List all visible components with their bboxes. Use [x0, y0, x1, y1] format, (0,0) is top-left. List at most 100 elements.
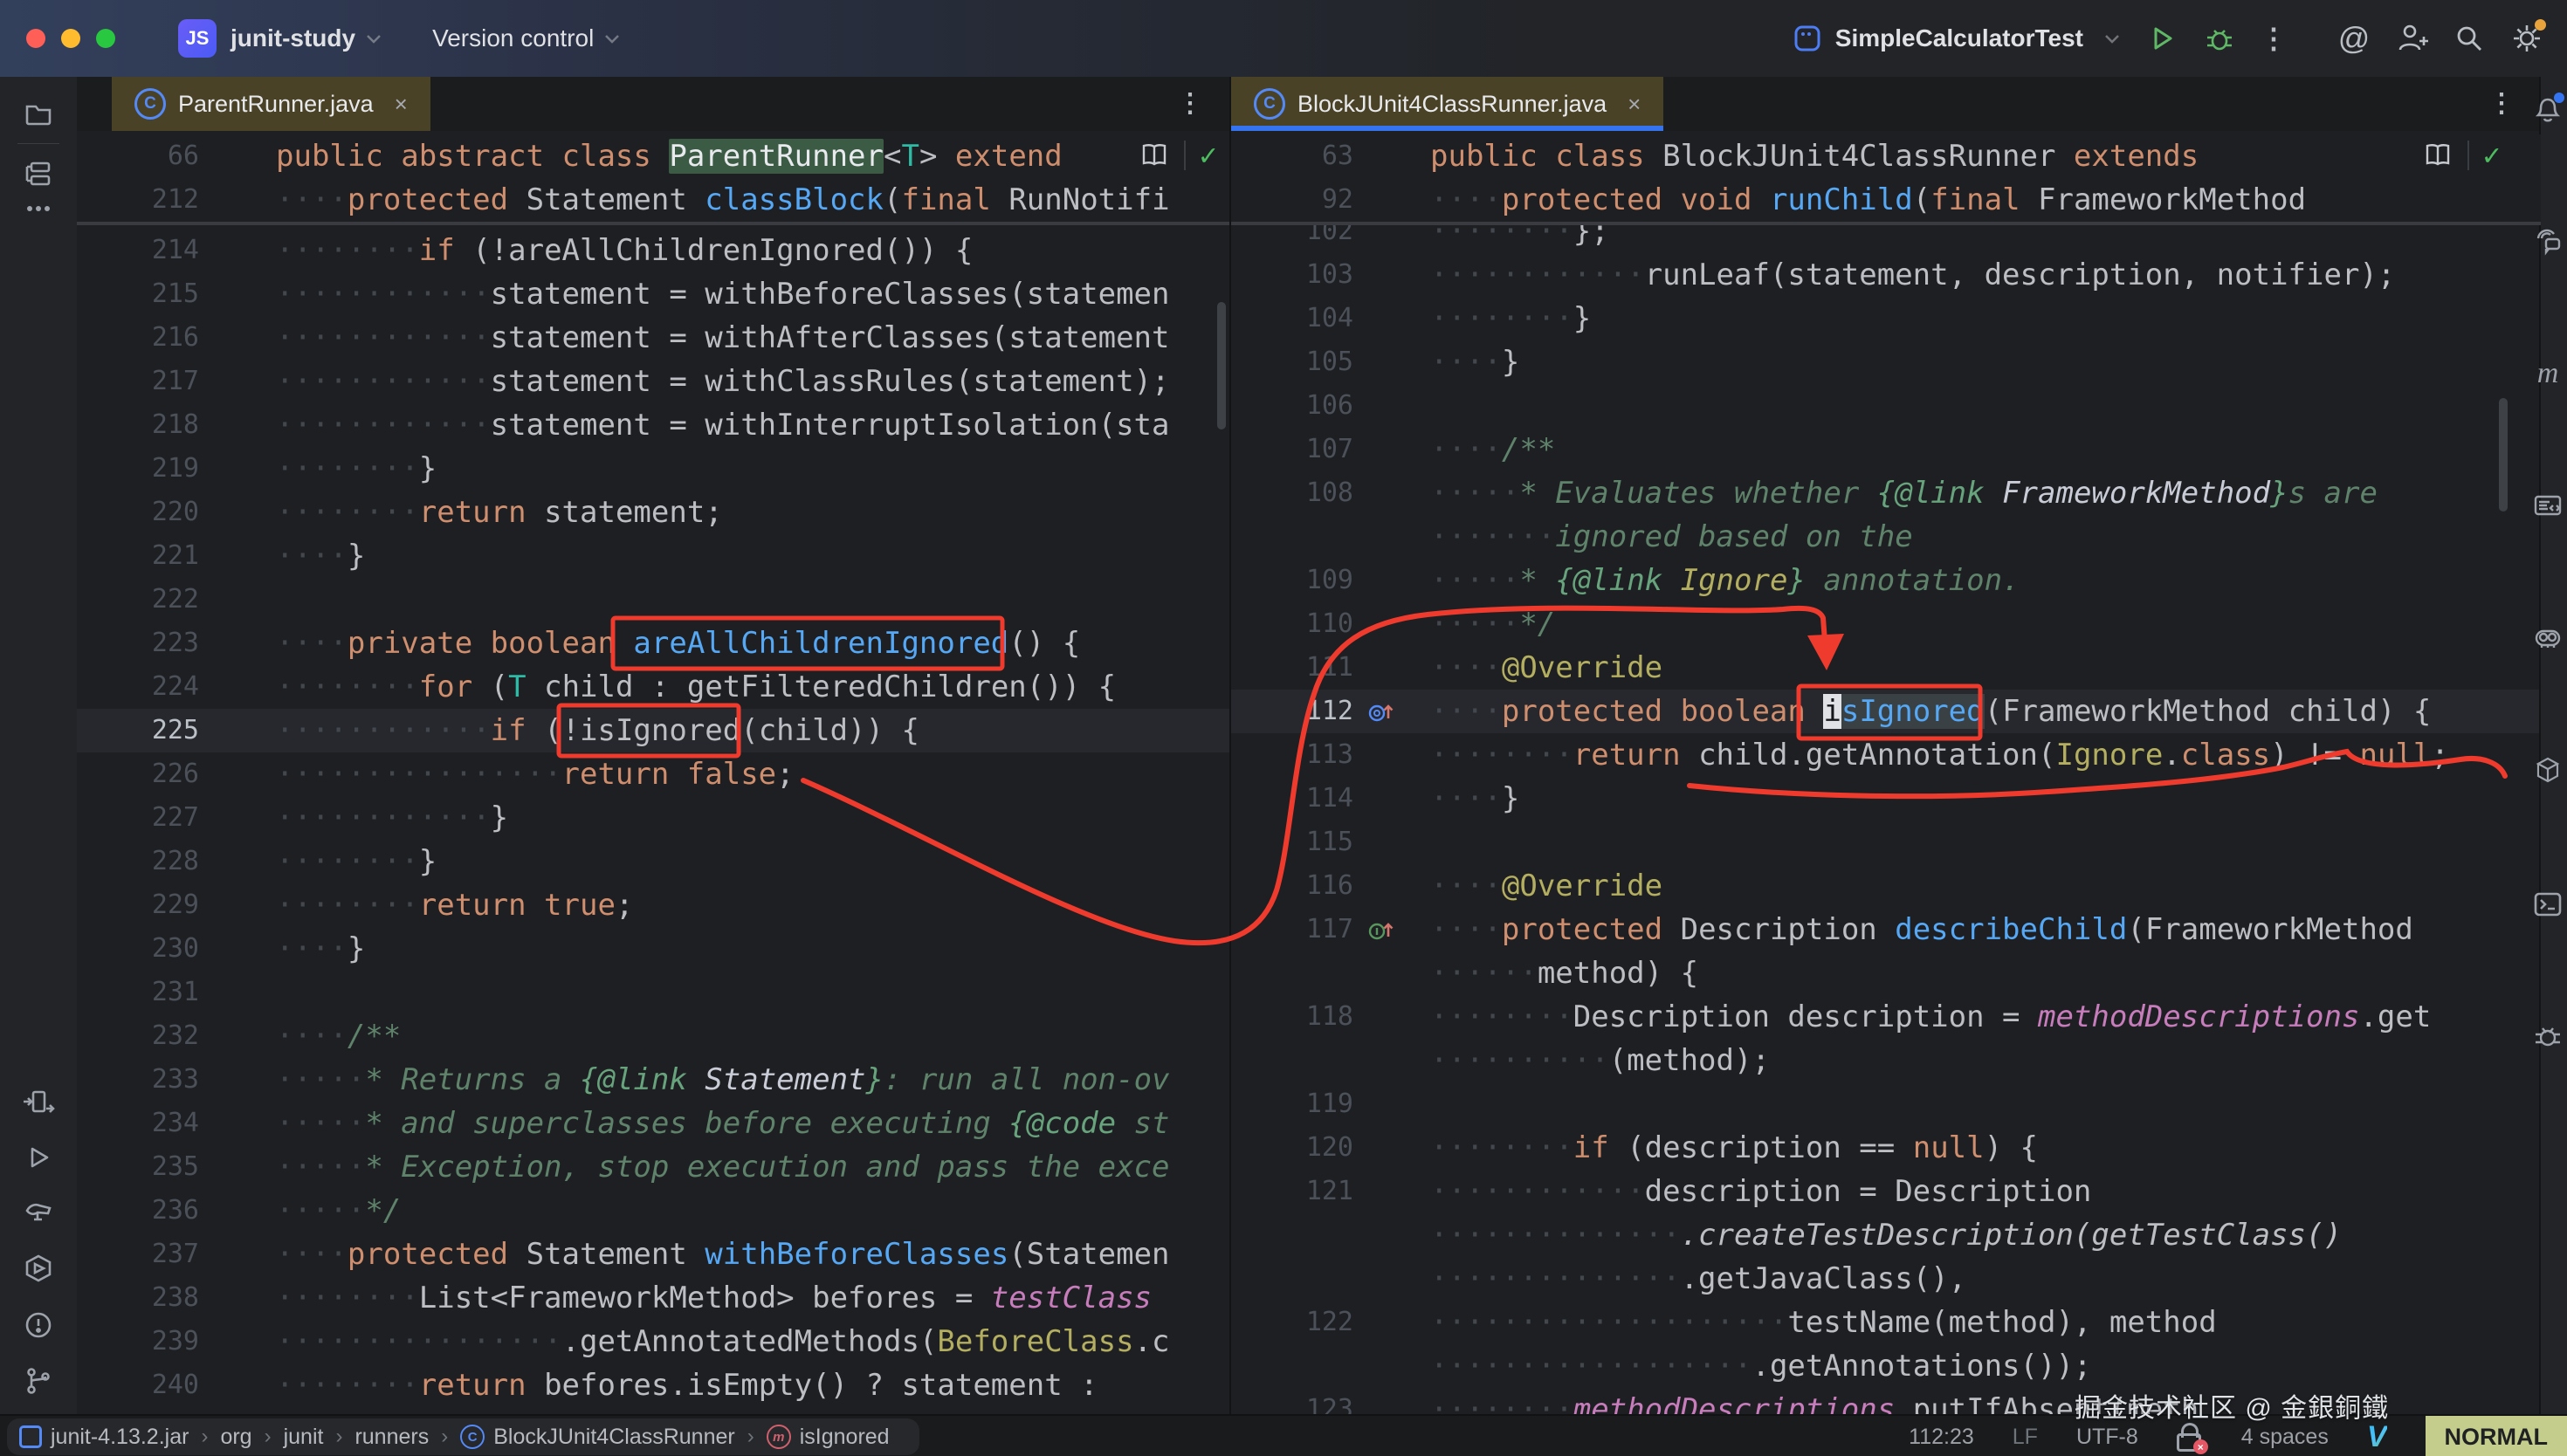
code-line-235[interactable]: 235·····* Exception, stop execution and …: [77, 1145, 1229, 1189]
line-number[interactable]: 223: [77, 622, 199, 665]
line-number[interactable]: 234: [77, 1102, 199, 1145]
code-line-238[interactable]: 238········List<FrameworkMethod> befores…: [77, 1276, 1229, 1320]
code-line-224[interactable]: 224········for (T child : getFilteredChi…: [77, 665, 1229, 709]
line-number[interactable]: 235: [77, 1145, 199, 1189]
documentation-icon[interactable]: [2530, 489, 2565, 524]
code-line-230[interactable]: 230····}: [77, 927, 1229, 971]
line-number[interactable]: 112: [1231, 690, 1353, 733]
code-line-wrap[interactable]: ·······ignored based on the: [1231, 515, 2541, 559]
code-line-117[interactable]: 117····protected Description describeChi…: [1231, 908, 2541, 951]
structure-icon[interactable]: [21, 156, 56, 191]
project-name-menu[interactable]: junit-study: [231, 24, 355, 52]
code-line-wrap[interactable]: ··············.getJavaClass(),: [1231, 1257, 2541, 1301]
line-number[interactable]: 106: [1231, 384, 1353, 428]
line-number[interactable]: 110: [1231, 602, 1353, 646]
uml-diagram-icon[interactable]: [2530, 754, 2565, 789]
line-number[interactable]: [1231, 515, 1353, 559]
commit-icon[interactable]: [21, 1084, 56, 1119]
notifications-bell-icon[interactable]: [2530, 91, 2565, 126]
line-number[interactable]: 121: [1231, 1170, 1353, 1213]
file-encoding[interactable]: UTF-8: [2076, 1425, 2138, 1450]
breadcrumb-item-junit-4.13.2.jar[interactable]: junit-4.13.2.jar: [19, 1425, 189, 1450]
line-number[interactable]: 108: [1231, 471, 1353, 515]
run-button[interactable]: [2144, 21, 2179, 56]
terminal-icon[interactable]: [2530, 887, 2565, 922]
line-number[interactable]: 217: [77, 360, 199, 403]
build-icon[interactable]: [21, 1196, 56, 1231]
inspections-ok-icon[interactable]: ✓: [2483, 138, 2501, 173]
implements-gutter-icon[interactable]: [1353, 908, 1430, 951]
code-line-111[interactable]: 111····@Override: [1231, 646, 2541, 690]
line-number[interactable]: 119: [1231, 1082, 1353, 1126]
code-line-108[interactable]: 108·····* Evaluates whether {@link Frame…: [1231, 471, 2541, 515]
line-number[interactable]: 116: [1231, 864, 1353, 908]
line-number[interactable]: 239: [77, 1320, 199, 1363]
debug-tool-icon[interactable]: [2530, 1020, 2565, 1054]
close-tab-icon[interactable]: ×: [1628, 91, 1641, 118]
line-number[interactable]: 123: [1231, 1388, 1353, 1414]
line-number[interactable]: 115: [1231, 821, 1353, 864]
code-line-219[interactable]: 219········}: [77, 447, 1229, 491]
vim-mode-badge[interactable]: NORMAL: [2426, 1416, 2567, 1456]
code-line-wrap[interactable]: ··················.getAnnotations());: [1231, 1344, 2541, 1388]
code-line-104[interactable]: 104········}: [1231, 297, 2541, 340]
line-number[interactable]: 113: [1231, 733, 1353, 777]
code-line-216[interactable]: 216············statement = withAfterClas…: [77, 316, 1229, 360]
line-number[interactable]: [1231, 1257, 1353, 1301]
code-line-215[interactable]: 215············statement = withBeforeCla…: [77, 272, 1229, 316]
tab-parentrunner[interactable]: C ParentRunner.java ×: [112, 77, 430, 131]
code-line-240[interactable]: 240········return befores.isEmpty() ? st…: [77, 1363, 1229, 1407]
maven-icon[interactable]: m: [2530, 356, 2565, 391]
line-number[interactable]: 122: [1231, 1301, 1353, 1344]
line-separator[interactable]: LF: [2013, 1425, 2038, 1450]
breadcrumb-item-junit[interactable]: junit: [284, 1425, 324, 1450]
code-line-234[interactable]: 234·····* and superclasses before execut…: [77, 1102, 1229, 1145]
line-number[interactable]: 117: [1231, 908, 1353, 951]
services-icon[interactable]: [21, 1252, 56, 1287]
code-line-114[interactable]: 114····}: [1231, 777, 2541, 821]
line-number[interactable]: 104: [1231, 297, 1353, 340]
breadcrumb-item-runners[interactable]: runners: [354, 1425, 429, 1450]
code-line-121[interactable]: 121············description = Description: [1231, 1170, 2541, 1213]
caret-position[interactable]: 112:23: [1909, 1425, 1974, 1450]
scrollbar-thumb[interactable]: [1217, 302, 1226, 429]
line-number[interactable]: 107: [1231, 428, 1353, 471]
line-number[interactable]: 227: [77, 796, 199, 840]
line-number[interactable]: [1231, 951, 1353, 995]
line-number[interactable]: [1231, 1039, 1353, 1082]
reader-mode-icon[interactable]: [1139, 140, 1170, 171]
line-number[interactable]: 230: [77, 927, 199, 971]
line-number[interactable]: 216: [77, 316, 199, 360]
git-branch-icon[interactable]: [21, 1363, 56, 1398]
breadcrumb-item-BlockJUnit4ClassRunner[interactable]: CBlockJUnit4ClassRunner: [460, 1425, 735, 1450]
run-configuration-select[interactable]: SimpleCalculatorTest: [1790, 21, 2122, 56]
editor-pane-blockjunit4classrunner[interactable]: 102········};103············runLeaf(stat…: [1229, 131, 2541, 1414]
line-number[interactable]: 66: [77, 134, 199, 178]
code-line-107[interactable]: 107····/**: [1231, 428, 2541, 471]
code-line-110[interactable]: 110·····*/: [1231, 602, 2541, 646]
run-tool-icon[interactable]: [21, 1140, 56, 1175]
line-number[interactable]: 118: [1231, 995, 1353, 1039]
code-line-214[interactable]: 214········if (!areAllChildrenIgnored())…: [77, 229, 1229, 272]
ideavim-icon[interactable]: V: [2367, 1420, 2387, 1454]
code-line-63[interactable]: 63public class BlockJUnit4ClassRunner ex…: [1231, 134, 2541, 178]
version-control-menu[interactable]: Version control: [432, 24, 594, 52]
line-number[interactable]: 240: [77, 1363, 199, 1407]
code-line-wrap[interactable]: ··············.createTestDescription(get…: [1231, 1213, 2541, 1257]
override-gutter-icon[interactable]: [1353, 690, 1430, 733]
line-number[interactable]: 214: [77, 229, 199, 272]
add-user-icon[interactable]: [2394, 21, 2429, 56]
problems-icon[interactable]: [21, 1308, 56, 1343]
line-number[interactable]: 224: [77, 665, 199, 709]
code-line-228[interactable]: 228········}: [77, 840, 1229, 883]
editor-pane-parentrunner[interactable]: 214········if (!areAllChildrenIgnored())…: [77, 131, 1229, 1414]
line-number[interactable]: 109: [1231, 559, 1353, 602]
scrollbar-thumb[interactable]: [2499, 398, 2508, 512]
zoom-window-button[interactable]: [96, 29, 115, 48]
more-tool-windows-icon[interactable]: [21, 191, 56, 226]
line-number[interactable]: 222: [77, 578, 199, 622]
line-number[interactable]: 103: [1231, 253, 1353, 297]
code-line-119[interactable]: 119: [1231, 1082, 2541, 1126]
line-number[interactable]: 63: [1231, 134, 1353, 178]
code-line-237[interactable]: 237····protected Statement withBeforeCla…: [77, 1233, 1229, 1276]
